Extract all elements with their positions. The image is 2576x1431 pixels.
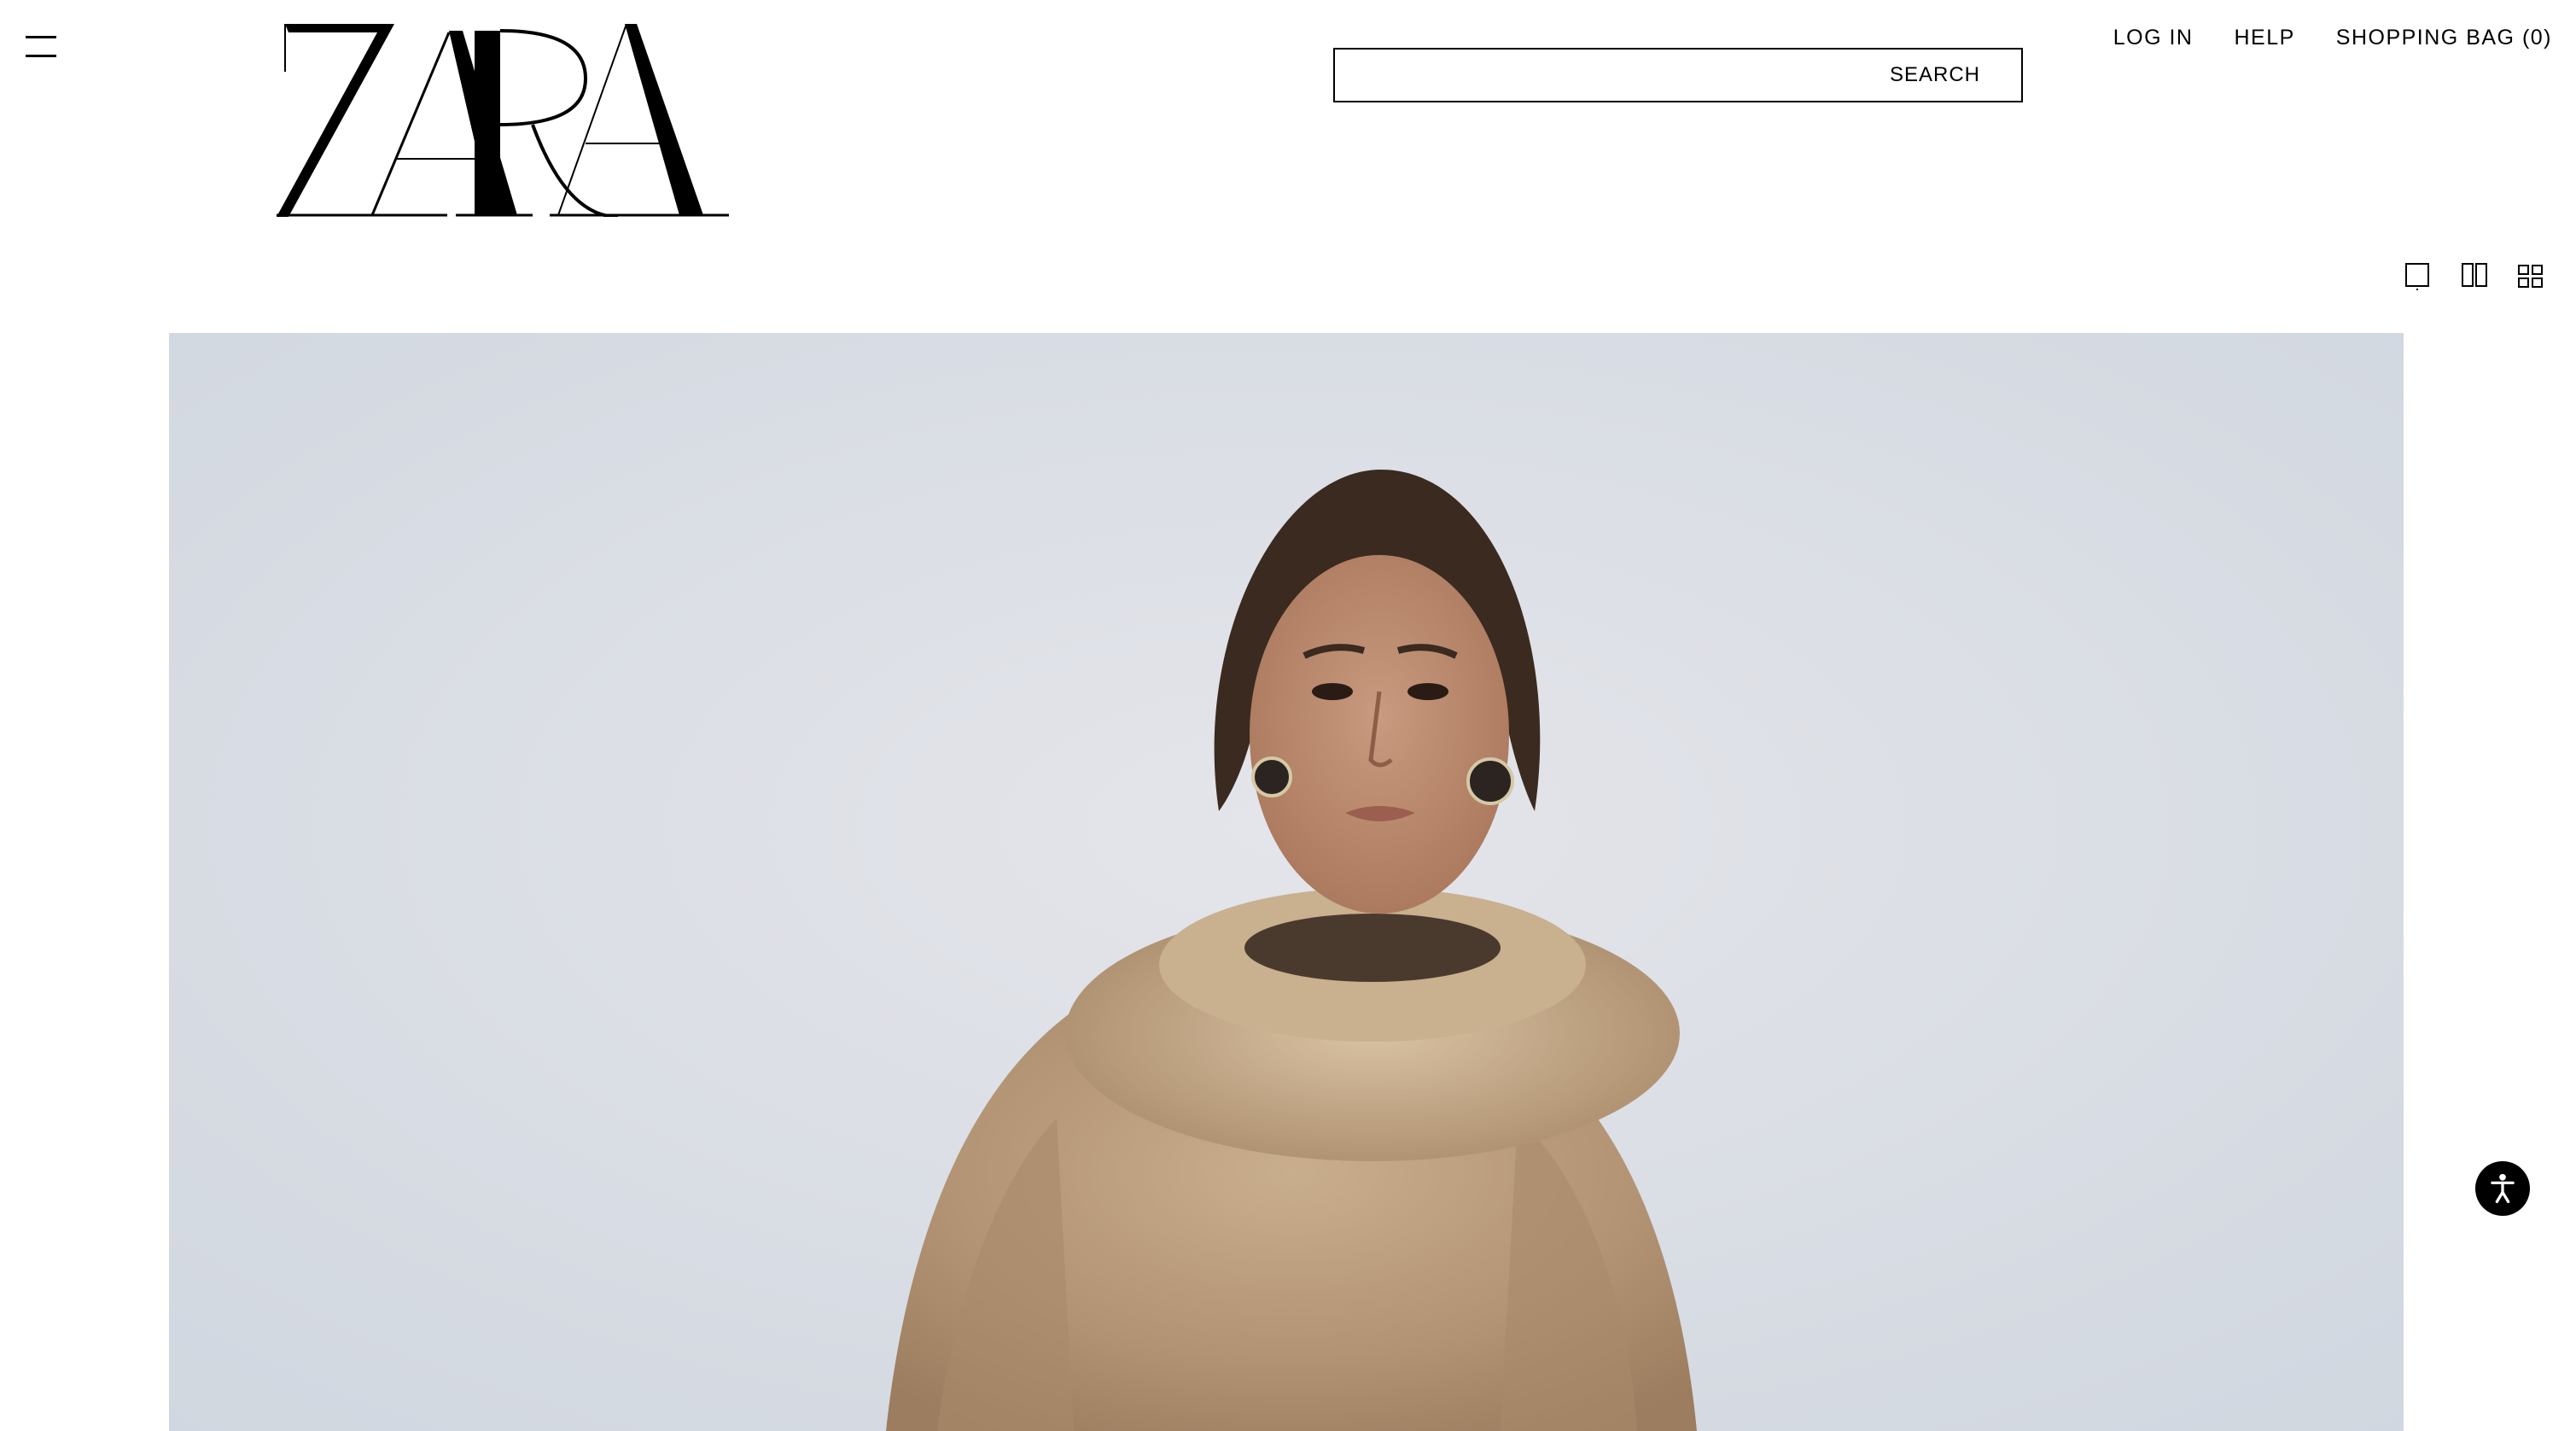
view-toggles (2404, 261, 2545, 290)
accessibility-button[interactable] (2475, 1161, 2530, 1216)
hamburger-icon[interactable] (26, 34, 58, 60)
accessibility-icon (2491, 1173, 2515, 1204)
top-nav: LOG IN HELP SHOPPING BAG (0) (2113, 26, 2552, 50)
search-input[interactable]: SEARCH (1333, 48, 2023, 102)
login-link[interactable]: LOG IN (2113, 26, 2194, 50)
hero-illustration (169, 333, 2404, 1431)
help-link[interactable]: HELP (2234, 26, 2294, 50)
hero-image[interactable] (169, 333, 2404, 1431)
single-column-view-icon[interactable] (2404, 261, 2433, 290)
page: SEARCH LOG IN HELP SHOPPING BAG (0) (0, 0, 2576, 1431)
two-column-view-icon[interactable] (2460, 261, 2489, 290)
logo-mark (277, 23, 729, 219)
search-label: SEARCH (1889, 63, 1980, 86)
shopping-bag-link[interactable]: SHOPPING BAG (0) (2336, 26, 2552, 50)
zara-logo[interactable] (277, 23, 729, 219)
grid-view-icon[interactable] (2516, 261, 2545, 290)
